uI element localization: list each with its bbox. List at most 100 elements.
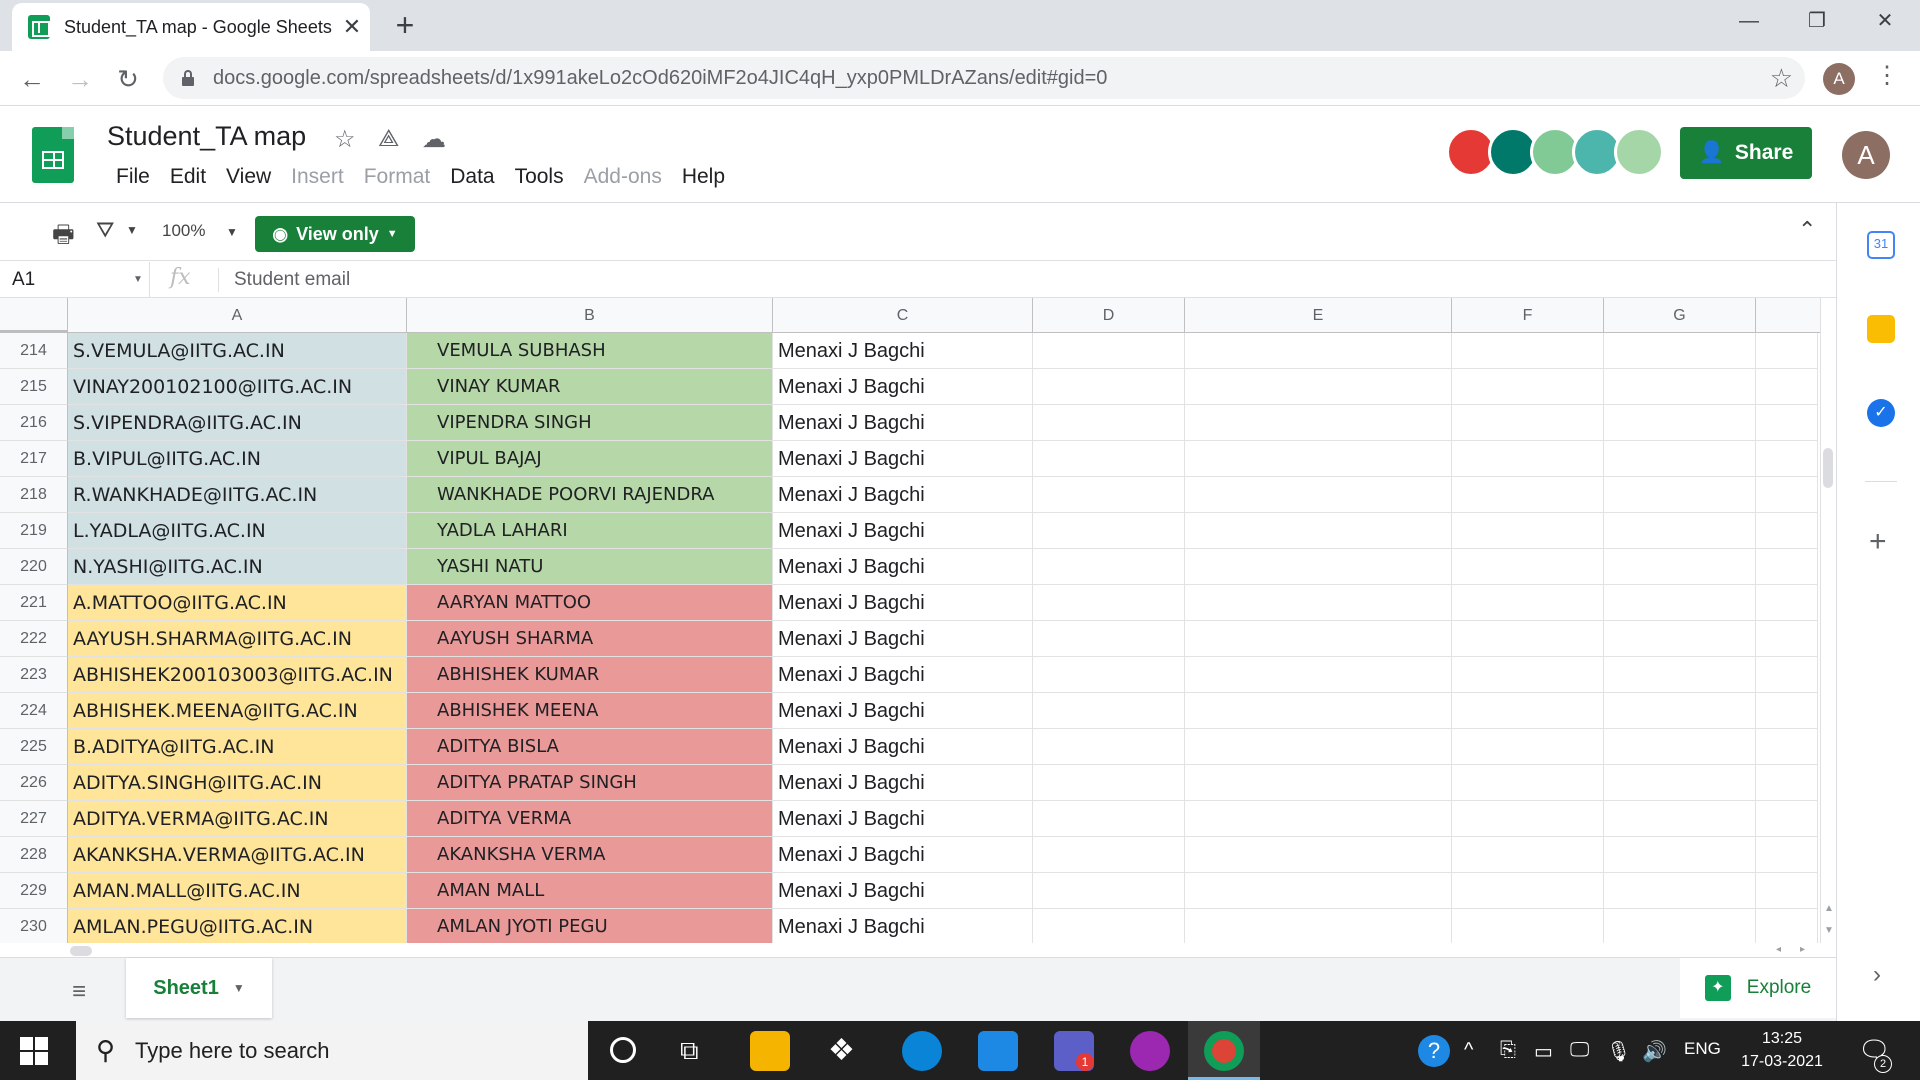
- cell-student-email[interactable]: N.YASHI@IITG.AC.IN: [68, 549, 407, 585]
- cell-empty[interactable]: [1033, 909, 1185, 943]
- cell-empty[interactable]: [1033, 333, 1185, 369]
- cloud-status-icon[interactable]: ☁: [422, 125, 446, 154]
- cell-empty[interactable]: [1452, 513, 1604, 549]
- row-header[interactable]: 215: [0, 369, 68, 405]
- cell-ta-name[interactable]: Menaxi J Bagchi: [773, 909, 1033, 943]
- cell-empty[interactable]: [1604, 873, 1756, 909]
- row-header[interactable]: 218: [0, 477, 68, 513]
- cell-empty[interactable]: [1452, 369, 1604, 405]
- filter-dropdown-icon[interactable]: ▼: [126, 223, 138, 237]
- cell-empty[interactable]: [1033, 837, 1185, 873]
- cell-student-email[interactable]: ADITYA.VERMA@IITG.AC.IN: [68, 801, 407, 837]
- cell-empty[interactable]: [1185, 405, 1452, 441]
- tasks-icon[interactable]: ✓: [1867, 399, 1895, 427]
- column-header-a[interactable]: A: [68, 298, 407, 333]
- cell-student-name[interactable]: WANKHADE POORVI RAJENDRA: [407, 477, 773, 513]
- taskbar-search[interactable]: ⚲ Type here to search: [76, 1021, 588, 1080]
- show-hidden-icons-icon[interactable]: ^: [1464, 1039, 1473, 1062]
- cell-ta-name[interactable]: Menaxi J Bagchi: [773, 729, 1033, 765]
- meet-now-icon[interactable]: ⎘: [1500, 1039, 1516, 1062]
- name-box-dropdown-icon[interactable]: ▼: [133, 274, 143, 285]
- cell-empty[interactable]: [1452, 585, 1604, 621]
- menu-insert[interactable]: Insert: [281, 165, 354, 189]
- print-icon[interactable]: 🖶: [52, 217, 75, 258]
- restore-button[interactable]: ❐: [1797, 6, 1837, 36]
- file-explorer-icon[interactable]: [750, 1031, 790, 1071]
- cell-empty[interactable]: [1756, 765, 1818, 801]
- cell-student-name[interactable]: AARYAN MATTOO: [407, 585, 773, 621]
- cell-ta-name[interactable]: Menaxi J Bagchi: [773, 441, 1033, 477]
- cell-student-name[interactable]: VIPENDRA SINGH: [407, 405, 773, 441]
- menu-help[interactable]: Help: [672, 165, 735, 189]
- cell-empty[interactable]: [1033, 657, 1185, 693]
- row-header[interactable]: 219: [0, 513, 68, 549]
- cell-empty[interactable]: [1033, 693, 1185, 729]
- cell-ta-name[interactable]: Menaxi J Bagchi: [773, 369, 1033, 405]
- volume-icon[interactable]: 🔊: [1642, 1039, 1667, 1064]
- cell-student-name[interactable]: ADITYA VERMA: [407, 801, 773, 837]
- cell-empty[interactable]: [1185, 549, 1452, 585]
- cell-student-email[interactable]: B.VIPUL@IITG.AC.IN: [68, 441, 407, 477]
- language-indicator[interactable]: ENG: [1684, 1039, 1721, 1059]
- cell-student-email[interactable]: AKANKSHA.VERMA@IITG.AC.IN: [68, 837, 407, 873]
- cell-student-name[interactable]: AMLAN JYOTI PEGU: [407, 909, 773, 943]
- view-only-button[interactable]: ◉ View only ▼: [255, 216, 415, 252]
- cell-empty[interactable]: [1185, 513, 1452, 549]
- row-header[interactable]: 225: [0, 729, 68, 765]
- column-header-f[interactable]: F: [1452, 298, 1604, 333]
- cell-empty[interactable]: [1033, 729, 1185, 765]
- cell-empty[interactable]: [1756, 549, 1818, 585]
- back-button[interactable]: ←: [12, 59, 52, 99]
- cell-empty[interactable]: [1033, 513, 1185, 549]
- keep-icon[interactable]: [1867, 315, 1895, 343]
- column-header-g[interactable]: G: [1604, 298, 1756, 333]
- chrome-menu-icon[interactable]: ⋮: [1875, 61, 1899, 90]
- formula-input[interactable]: Student email: [234, 262, 350, 298]
- cell-ta-name[interactable]: Menaxi J Bagchi: [773, 333, 1033, 369]
- cell-empty[interactable]: [1604, 837, 1756, 873]
- cell-empty[interactable]: [1604, 693, 1756, 729]
- menu-view[interactable]: View: [216, 165, 281, 189]
- star-icon[interactable]: ☆: [334, 125, 356, 154]
- cell-student-name[interactable]: AMAN MALL: [407, 873, 773, 909]
- cell-empty[interactable]: [1185, 585, 1452, 621]
- menu-format[interactable]: Format: [354, 165, 441, 189]
- vertical-scrollbar[interactable]: [1820, 298, 1836, 943]
- battery-icon[interactable]: ▭: [1534, 1039, 1553, 1064]
- cell-empty[interactable]: [1033, 585, 1185, 621]
- tab-close-icon[interactable]: ✕: [334, 14, 370, 40]
- cell-empty[interactable]: [1604, 729, 1756, 765]
- row-header[interactable]: 230: [0, 909, 68, 943]
- cell-empty[interactable]: [1604, 801, 1756, 837]
- row-header[interactable]: 222: [0, 621, 68, 657]
- microphone-icon[interactable]: 🎙: [1606, 1039, 1631, 1064]
- cell-empty[interactable]: [1604, 549, 1756, 585]
- menu-file[interactable]: File: [106, 165, 160, 189]
- cell-student-name[interactable]: VINAY KUMAR: [407, 369, 773, 405]
- reload-button[interactable]: ↻: [108, 59, 148, 99]
- cell-empty[interactable]: [1185, 657, 1452, 693]
- forward-button[interactable]: →: [60, 59, 100, 99]
- row-header[interactable]: 221: [0, 585, 68, 621]
- cell-student-name[interactable]: ADITYA PRATAP SINGH: [407, 765, 773, 801]
- cell-student-name[interactable]: YASHI NATU: [407, 549, 773, 585]
- task-view-icon[interactable]: ⧉: [680, 1035, 699, 1067]
- all-sheets-icon[interactable]: ≡: [72, 978, 86, 1006]
- cell-empty[interactable]: [1604, 369, 1756, 405]
- cell-empty[interactable]: [1604, 657, 1756, 693]
- column-header-d[interactable]: D: [1033, 298, 1185, 333]
- cell-empty[interactable]: [1185, 837, 1452, 873]
- scroll-down-icon[interactable]: ▼: [1824, 925, 1834, 936]
- cell-empty[interactable]: [1452, 621, 1604, 657]
- app-icon[interactable]: [1130, 1031, 1170, 1071]
- cell-ta-name[interactable]: Menaxi J Bagchi: [773, 657, 1033, 693]
- network-icon[interactable]: 🖵: [1570, 1039, 1589, 1062]
- scroll-left-icon[interactable]: ◂: [1776, 944, 1781, 955]
- cell-student-email[interactable]: AAYUSH.SHARMA@IITG.AC.IN: [68, 621, 407, 657]
- cell-empty[interactable]: [1604, 333, 1756, 369]
- cell-empty[interactable]: [1452, 909, 1604, 943]
- cell-empty[interactable]: [1756, 513, 1818, 549]
- row-header[interactable]: 229: [0, 873, 68, 909]
- cell-empty[interactable]: [1452, 693, 1604, 729]
- cell-empty[interactable]: [1185, 801, 1452, 837]
